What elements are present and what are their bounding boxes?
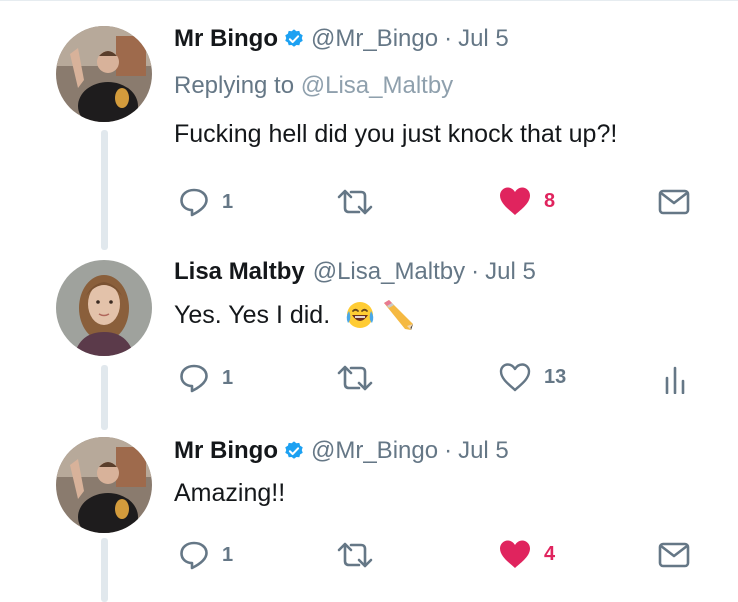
tweet-text: Yes. Yes I did. xyxy=(174,297,416,333)
reply-button[interactable]: 1 xyxy=(178,186,233,218)
tweet-date[interactable]: Jul 5 xyxy=(458,437,509,465)
mail-icon xyxy=(658,542,690,568)
retweet-button[interactable] xyxy=(335,187,375,217)
reply-icon xyxy=(180,541,208,570)
avatar[interactable] xyxy=(56,26,152,122)
tweet-body: Fucking hell did you just knock that up?… xyxy=(174,120,618,148)
retweet-button[interactable] xyxy=(335,540,375,570)
mail-icon xyxy=(658,189,690,215)
display-name[interactable]: Lisa Maltby xyxy=(174,258,305,286)
tweet-text: Fucking hell did you just knock that up?… xyxy=(174,120,617,149)
heart-filled-icon xyxy=(500,540,530,568)
like-count: 4 xyxy=(544,542,556,565)
retweet-button[interactable] xyxy=(335,363,375,393)
tweet-date[interactable]: Jul 5 xyxy=(458,25,509,53)
direct-message-button[interactable] xyxy=(658,542,690,568)
like-button[interactable]: 8 xyxy=(498,186,555,216)
retweet-icon xyxy=(337,189,373,215)
pencil-emoji-icon xyxy=(384,300,414,330)
separator: · xyxy=(444,437,453,464)
verified-badge-icon xyxy=(285,441,303,459)
reply-button[interactable]: 1 xyxy=(178,539,233,571)
thread-line xyxy=(101,365,108,430)
avatar[interactable] xyxy=(56,260,152,356)
handle[interactable]: @Mr_Bingo xyxy=(311,437,438,465)
analytics-icon xyxy=(665,366,685,394)
direct-message-button[interactable] xyxy=(658,189,690,215)
analytics-button[interactable] xyxy=(664,364,686,394)
avatar[interactable] xyxy=(56,437,152,533)
tweet-body: Amazing!! xyxy=(174,479,286,507)
retweet-icon xyxy=(337,365,373,391)
display-name[interactable]: Mr Bingo xyxy=(174,437,278,465)
heart-filled-icon xyxy=(500,187,530,215)
reply-count: 1 xyxy=(222,543,234,566)
thread-line xyxy=(101,130,108,250)
replying-to: Replying to @Lisa_Maltby xyxy=(174,72,453,100)
separator: · xyxy=(471,258,480,285)
verified-badge-icon xyxy=(285,29,303,47)
reply-icon xyxy=(180,188,208,217)
tweet-date[interactable]: Jul 5 xyxy=(485,258,536,286)
reply-count: 1 xyxy=(222,190,234,213)
like-count: 13 xyxy=(544,365,567,388)
mention-link[interactable]: @Lisa_Maltby xyxy=(301,72,453,99)
like-button[interactable]: 13 xyxy=(498,362,566,392)
display-name[interactable]: Mr Bingo xyxy=(174,25,278,53)
reply-button[interactable]: 1 xyxy=(178,362,233,394)
like-count: 8 xyxy=(544,189,556,212)
separator: · xyxy=(444,25,453,52)
handle[interactable]: @Lisa_Maltby xyxy=(313,258,465,286)
like-button[interactable]: 4 xyxy=(498,539,555,569)
tweet-text: Amazing!! xyxy=(174,479,285,508)
handle[interactable]: @Mr_Bingo xyxy=(311,25,438,53)
top-divider xyxy=(0,0,738,1)
tweet-header: Mr Bingo @Mr_Bingo · Jul 5 xyxy=(174,437,509,465)
thread-line xyxy=(101,538,108,602)
tweet-header: Mr Bingo @Mr_Bingo · Jul 5 xyxy=(174,25,509,53)
heart-outline-icon xyxy=(499,363,531,392)
tweet-body: Yes. Yes I did. xyxy=(174,300,331,329)
reply-count: 1 xyxy=(222,366,234,389)
tweet-header: Lisa Maltby @Lisa_Maltby · Jul 5 xyxy=(174,258,536,286)
tears-of-joy-emoji-icon xyxy=(346,302,374,328)
reply-icon xyxy=(180,364,208,393)
replying-prefix: Replying to xyxy=(174,72,295,99)
retweet-icon xyxy=(337,542,373,568)
